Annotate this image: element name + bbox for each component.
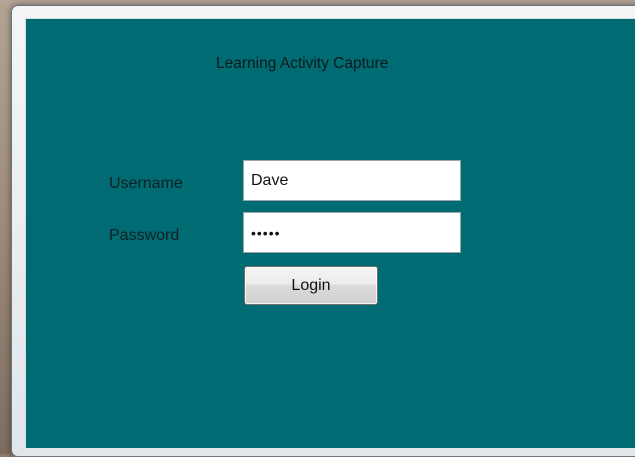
- app-title: Learning Activity Capture: [216, 55, 389, 72]
- password-label: Password: [109, 227, 180, 244]
- login-panel: Learning Activity Capture Username Passw…: [25, 18, 635, 448]
- login-button[interactable]: Login: [244, 266, 378, 305]
- username-label: Username: [109, 175, 183, 192]
- password-input[interactable]: [243, 212, 461, 253]
- username-input[interactable]: [243, 160, 461, 201]
- login-window: Learning Activity Capture Username Passw…: [11, 5, 635, 457]
